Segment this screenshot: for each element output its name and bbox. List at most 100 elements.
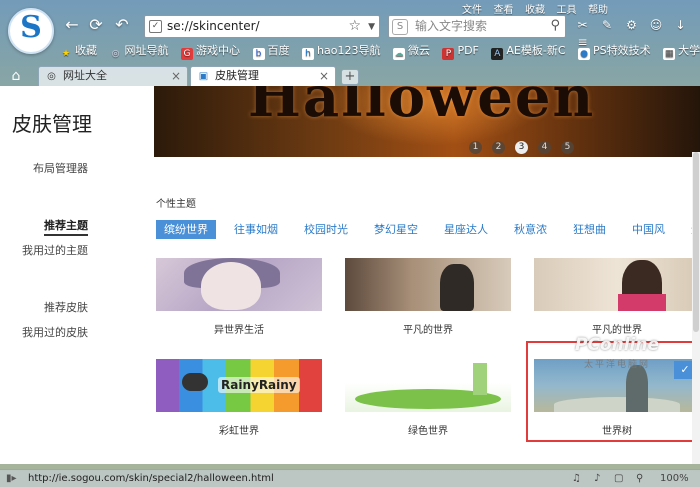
extension-icon[interactable]: ⚙ — [623, 17, 640, 34]
halloween-banner[interactable]: Halloween 12345 — [154, 86, 700, 157]
bookmark-label: PDF — [457, 44, 479, 57]
menu-view[interactable]: 查看 — [494, 1, 514, 16]
zoom-icon[interactable]: ⚲ — [636, 471, 643, 486]
sidebar: 皮肤管理 布局管理器 推荐主题 我用过的主题 推荐皮肤 我用过的皮肤 — [0, 86, 150, 464]
ps-icon: ● — [578, 48, 591, 60]
mute-icon[interactable]: ♪ — [594, 471, 600, 486]
refresh-button[interactable]: ⟳ — [86, 15, 106, 35]
sidebar-toggle-icon[interactable]: ▮▸ — [6, 472, 20, 485]
theme-thumbnail-rainbow[interactable]: RainyRainy — [156, 359, 322, 412]
bookmark-label: AE模板-新C — [506, 44, 566, 57]
skin-icon: ▣ — [198, 71, 209, 82]
zoom-level[interactable]: 100% — [660, 471, 689, 486]
carousel-dot[interactable]: 1 — [469, 141, 482, 154]
scrollbar[interactable] — [692, 152, 700, 464]
back-arrow-icon: ← — [65, 15, 79, 34]
theme-thumbnail-anime[interactable] — [156, 258, 322, 311]
search-box[interactable]: S 输入文字搜索 ⚲ — [388, 15, 566, 38]
hao123-icon: h — [302, 48, 314, 60]
star-icon[interactable]: ☆ — [348, 17, 361, 36]
category-tab-campus[interactable]: 校园时光 — [296, 220, 356, 239]
logo-letter: S — [20, 10, 42, 45]
category-tab-autumn[interactable]: 秋意浓 — [506, 220, 555, 239]
tab-strip: ⌂ ◎ 网址大全 × ▣ 皮肤管理 × + — [0, 64, 700, 86]
close-icon[interactable]: × — [319, 67, 329, 85]
bookmark-label: PS特效技术 — [593, 44, 651, 57]
star-icon: ★ — [61, 49, 71, 59]
speaker-icon[interactable]: ♫ — [572, 471, 581, 486]
carousel-dot-active[interactable]: 3 — [515, 141, 528, 154]
watermark-logo: PConline — [575, 335, 660, 355]
bookmark-navigation[interactable]: ◎ 网址导航 — [110, 42, 169, 60]
search-icon[interactable]: ⚲ — [550, 18, 560, 33]
bookmark-label: 大学物理学 — [678, 44, 700, 57]
face-icon[interactable]: ☺ — [648, 17, 665, 34]
sidebar-item-recommended-skins[interactable]: 推荐皮肤 — [44, 299, 88, 315]
address-bar[interactable]: ✓ se://skincenter/ ☆ ▼ — [144, 15, 380, 38]
category-tab-chinese-style[interactable]: 中国风 — [624, 220, 673, 239]
search-engine-icon[interactable]: S — [392, 19, 408, 35]
sidebar-item-used-skins[interactable]: 我用过的皮肤 — [22, 324, 88, 340]
category-tab-memories[interactable]: 往事如烟 — [226, 220, 286, 239]
sidebar-item-recommended-themes[interactable]: 推荐主题 — [44, 217, 88, 236]
carousel-dot[interactable]: 4 — [538, 141, 551, 154]
status-url: http://ie.sogou.com/skin/special2/hallow… — [28, 473, 274, 484]
chevron-down-icon[interactable]: ▼ — [368, 18, 375, 37]
ae-icon: A — [491, 48, 504, 60]
bookmark-baidu[interactable]: b 百度 — [252, 42, 290, 60]
category-tabs: 缤纷世界往事如烟校园时光梦幻星空星座达人秋意浓狂想曲中国风追星族 — [156, 220, 700, 239]
browser-window: S ← ⟳ ↶ ✓ se://skincenter/ ☆ ▼ S 输入文字搜索 … — [0, 0, 700, 487]
bookmark-ps[interactable]: ● PS特效技术 — [578, 42, 651, 60]
pdf-icon[interactable]: ▢ — [614, 471, 623, 486]
home-icon[interactable]: ⌂ — [4, 66, 28, 86]
menu-favorites[interactable]: 收藏 — [525, 1, 545, 16]
brush-icon[interactable]: ✎ — [599, 17, 616, 34]
cloud-icon: ☁ — [392, 48, 405, 60]
theme-caption: 彩虹世界 — [219, 426, 259, 437]
bookmark-physics[interactable]: ▦大学物理学 — [663, 42, 700, 60]
menu-file[interactable]: 文件 — [462, 1, 482, 16]
bookmark-ae[interactable]: A AE模板-新C — [491, 42, 566, 60]
theme-thumbnail-ordinary-world-1[interactable] — [345, 258, 511, 311]
status-bar: ▮▸ http://ie.sogou.com/skin/special2/hal… — [0, 469, 700, 487]
category-tab-colorful-world[interactable]: 缤纷世界 — [156, 220, 216, 239]
bookmark-pdf[interactable]: P PDF — [442, 44, 479, 60]
new-tab-button[interactable]: + — [341, 69, 359, 85]
bookmark-favorites[interactable]: ★ 收藏 — [60, 42, 97, 60]
bookmark-label: hao123导航 — [317, 44, 381, 57]
sogou-logo[interactable]: S — [8, 8, 54, 54]
carousel-dot[interactable]: 2 — [492, 141, 505, 154]
globe-icon: ◎ — [47, 71, 56, 82]
back-button[interactable]: ← — [62, 15, 82, 35]
search-placeholder[interactable]: 输入文字搜索 — [415, 16, 487, 37]
menu-help[interactable]: 帮助 — [588, 1, 608, 16]
sidebar-item-layout-manager[interactable]: 布局管理器 — [33, 160, 88, 176]
refresh-icon: ⟳ — [89, 15, 103, 34]
tab-label: 网址大全 — [63, 69, 107, 82]
bookmark-games[interactable]: G 游戏中心 — [181, 42, 240, 60]
bookmark-label: 游戏中心 — [196, 44, 240, 57]
theme-thumbnail-green-world[interactable] — [345, 359, 511, 412]
close-icon[interactable]: × — [171, 67, 181, 85]
address-url[interactable]: se://skincenter/ — [167, 16, 260, 37]
cut-icon[interactable]: ✂ — [574, 17, 591, 34]
category-tab-zodiac[interactable]: 星座达人 — [436, 220, 496, 239]
bookmark-bar: ★ 收藏 ◎ 网址导航 G 游戏中心 b 百度 h hao123导航 ☁ 微云 P PDF A… — [60, 42, 700, 60]
theme-thumbnail-ordinary-world-2[interactable] — [534, 258, 700, 311]
tab-url-directory[interactable]: ◎ 网址大全 × — [38, 66, 188, 86]
category-tab-rhapsody[interactable]: 狂想曲 — [565, 220, 614, 239]
bookmark-weiyun[interactable]: ☁ 微云 — [392, 42, 430, 60]
carousel-dot[interactable]: 5 — [561, 141, 574, 154]
undo-button[interactable]: ↶ — [112, 15, 132, 35]
tab-skin-manager[interactable]: ▣ 皮肤管理 × — [190, 66, 336, 86]
download-icon[interactable]: ↓ — [672, 17, 689, 34]
sidebar-item-used-themes[interactable]: 我用过的主题 — [22, 242, 88, 258]
bookmark-hao123[interactable]: h hao123导航 — [302, 42, 380, 60]
category-tab-starry-sky[interactable]: 梦幻星空 — [366, 220, 426, 239]
menu-tools[interactable]: 工具 — [557, 1, 577, 16]
menu-bar: 文件 查看 收藏 工具 帮助 — [462, 1, 616, 16]
watermark-subtitle: 太平洋电脑网 — [584, 360, 651, 370]
carousel-dots: 12345 — [469, 139, 584, 154]
theme-caption: 平凡的世界 — [403, 325, 453, 336]
scrollbar-thumb[interactable] — [693, 152, 699, 332]
